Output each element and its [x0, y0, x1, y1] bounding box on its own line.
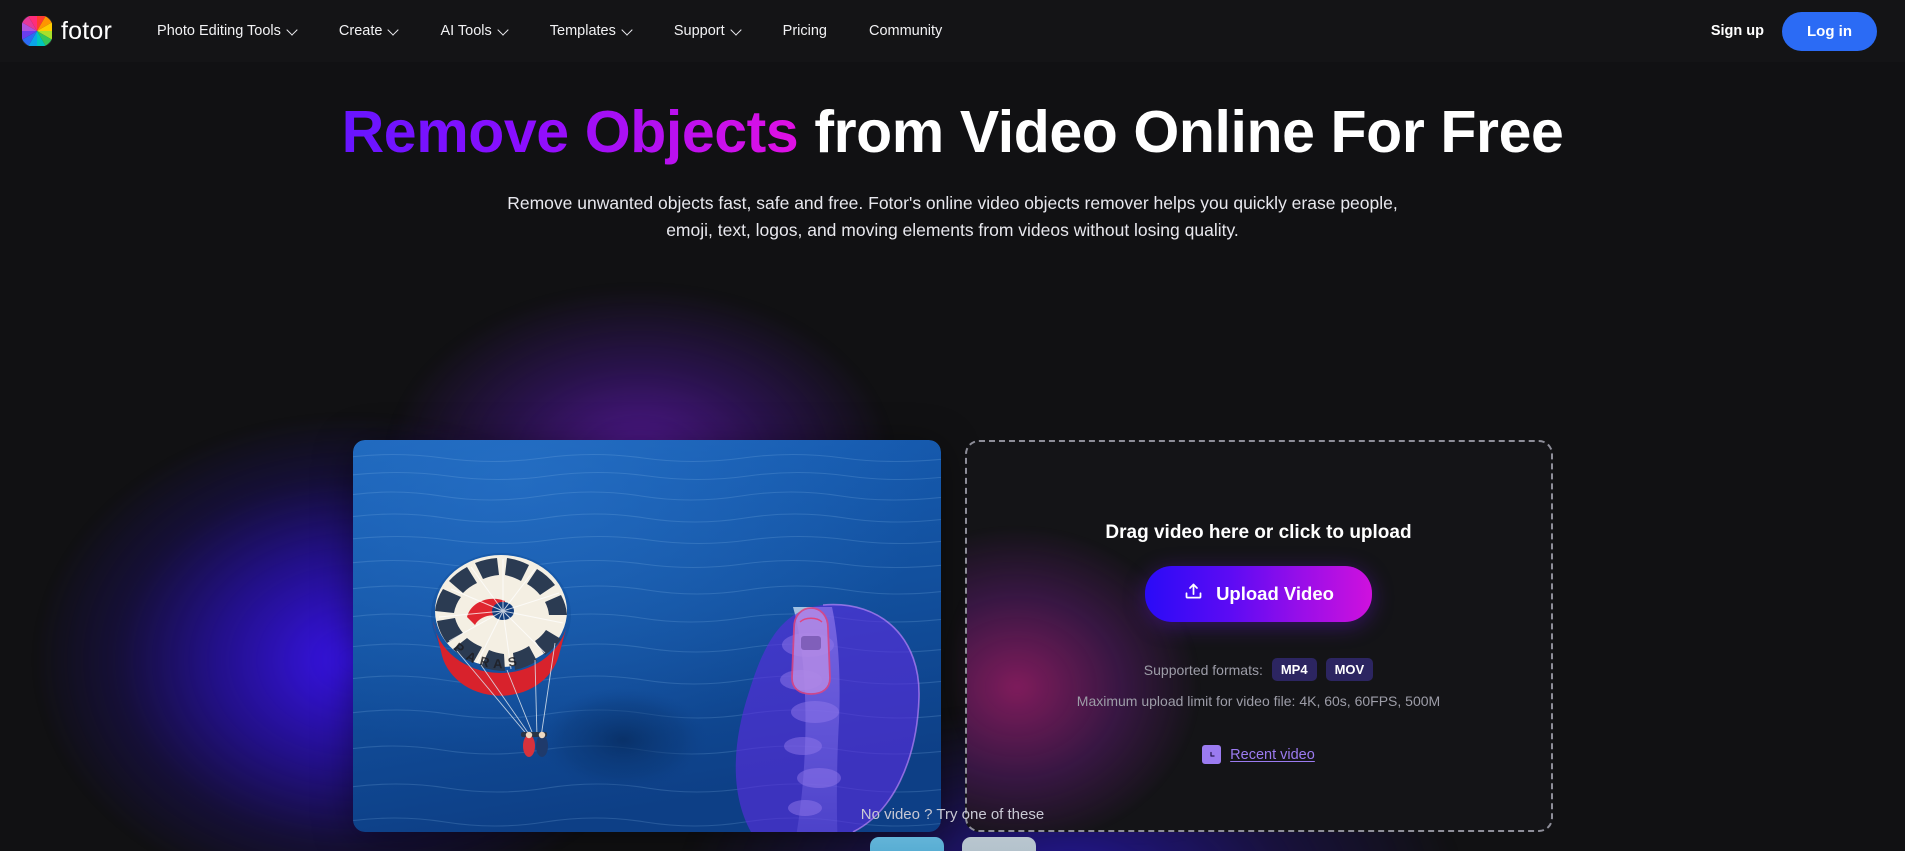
nav-item-photo-editing-tools[interactable]: Photo Editing Tools [136, 0, 318, 62]
primary-nav-items: Photo Editing Tools Create AI Tools Temp… [136, 0, 963, 62]
log-in-button[interactable]: Log in [1782, 11, 1877, 51]
page-title-rest: from Video Online For Free [798, 99, 1564, 165]
sample-videos-row [0, 837, 1905, 851]
format-chip-mov: MOV [1325, 658, 1374, 681]
dropzone-content: Drag video here or click to upload Uploa… [967, 442, 1551, 830]
page-title-accent: Remove Objects [341, 99, 799, 165]
nav-item-community[interactable]: Community [848, 0, 963, 62]
chevron-down-icon [732, 26, 741, 35]
nav-label: Templates [549, 23, 616, 39]
svg-text:A: A [492, 656, 503, 671]
nav-label: Photo Editing Tools [157, 23, 281, 39]
upload-icon [1183, 581, 1204, 607]
recent-file-clock-icon [1202, 745, 1222, 764]
hero-section: Remove Objects from Video Online For Fre… [0, 62, 1905, 244]
sample-video-ocean-horizon[interactable] [869, 837, 944, 851]
top-navigation-bar: fotor Photo Editing Tools Create AI Tool… [0, 0, 1905, 62]
sample-videos-title: No video ? Try one of these [860, 806, 1045, 823]
nav-item-create[interactable]: Create [318, 0, 420, 62]
hero-content-row: P A R A S Drag video here or click to up… [0, 440, 1905, 832]
nav-item-ai-tools[interactable]: AI Tools [419, 0, 528, 62]
page-title: Remove Objects from Video Online For Fre… [0, 99, 1905, 165]
chevron-down-icon [389, 26, 398, 35]
parasail-over-ocean-video-preview[interactable]: P A R A S [352, 440, 941, 832]
nav-label: Community [868, 23, 943, 39]
sample-video-light-gray[interactable] [961, 837, 1036, 851]
hero-subtitle: Remove unwanted objects fast, safe and f… [507, 192, 1398, 241]
fotor-logo-text: fotor [61, 16, 113, 45]
chevron-down-icon [499, 26, 508, 35]
nav-account-actions: Sign up Log in [1711, 11, 1877, 51]
page-root: fotor Photo Editing Tools Create AI Tool… [0, 0, 1905, 851]
upload-video-button[interactable]: Upload Video [1145, 566, 1372, 622]
sign-up-link[interactable]: Sign up [1711, 23, 1764, 39]
recent-video-link-row[interactable]: Recent video [1202, 745, 1315, 764]
nav-item-pricing[interactable]: Pricing [762, 0, 848, 62]
supported-formats-row: Supported formats: MP4 MOV [1143, 658, 1374, 681]
upload-limit-text: Maximum upload limit for video file: 4K,… [1076, 693, 1441, 709]
chevron-down-icon [288, 26, 297, 35]
fotor-color-wheel-logo-icon [22, 16, 52, 46]
nav-item-support[interactable]: Support [653, 0, 762, 62]
supported-formats-label: Supported formats: [1143, 661, 1263, 678]
video-upload-dropzone[interactable]: Drag video here or click to upload Uploa… [964, 440, 1553, 832]
nav-label: Pricing [782, 23, 827, 39]
sample-videos-section: No video ? Try one of these [0, 806, 1905, 851]
nav-label: AI Tools [440, 23, 492, 39]
dropzone-title: Drag video here or click to upload [1105, 522, 1412, 543]
chevron-down-icon [623, 26, 632, 35]
format-chip-mp4: MP4 [1271, 658, 1317, 681]
nav-label: Support [673, 23, 725, 39]
upload-video-button-label: Upload Video [1216, 583, 1334, 604]
fotor-logo[interactable]: fotor [22, 16, 112, 46]
nav-label: Create [338, 23, 383, 39]
recent-video-link[interactable]: Recent video [1230, 747, 1315, 763]
video-preview-graphic: P A R A S [352, 440, 941, 832]
nav-item-templates[interactable]: Templates [529, 0, 653, 62]
